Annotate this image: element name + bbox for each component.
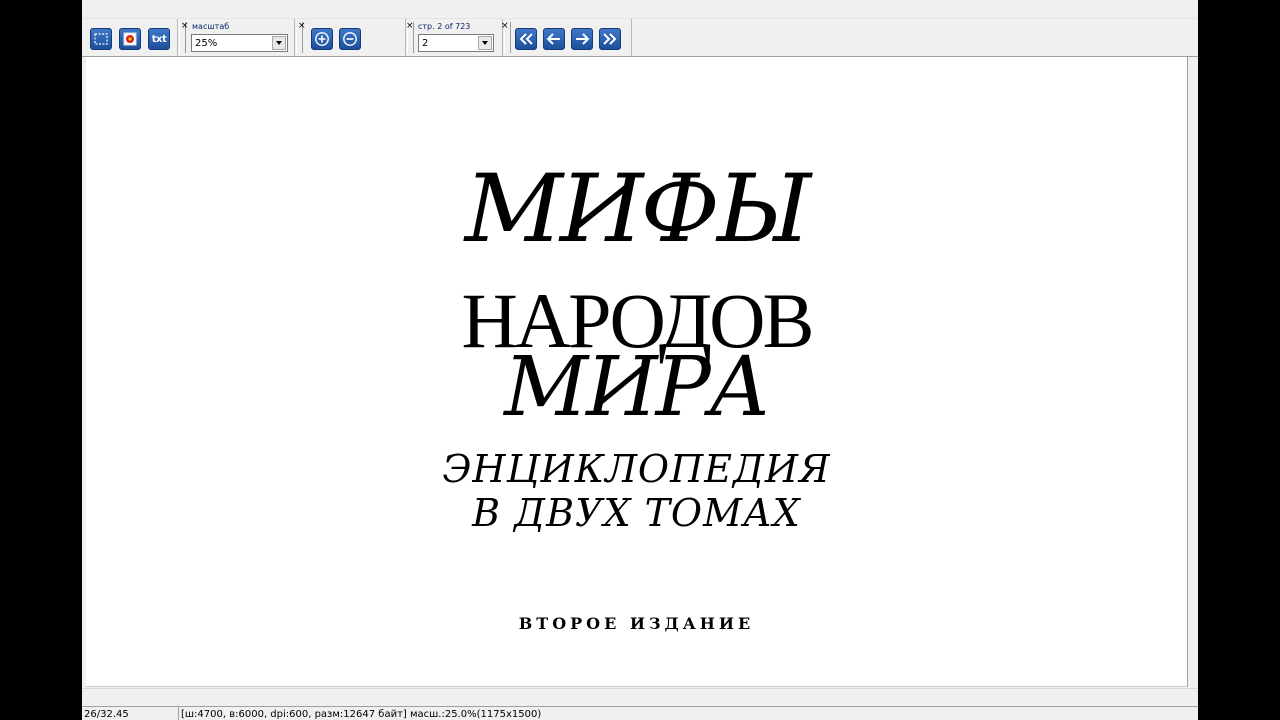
status-info: [ш:4700, в:6000, dpi:600, разм:12647 бай…: [178, 706, 1198, 720]
page-select-value: 2: [422, 38, 429, 49]
selection-rect-icon: [94, 33, 108, 45]
navigation-panel-close-icon[interactable]: ×: [501, 22, 509, 31]
zoom-select[interactable]: 25%: [191, 34, 288, 52]
last-page-button[interactable]: [599, 28, 621, 50]
zoom-out-button[interactable]: [339, 28, 361, 50]
first-page-button[interactable]: [515, 28, 537, 50]
next-page-icon: [574, 32, 590, 46]
subtitle-line-2: В ДВУХ ТОМАХ: [472, 491, 801, 535]
document-viewport[interactable]: МИФЫ НАРОДОВ МИРА ЭНЦИКЛОПЕДИЯ В ДВУХ ТО…: [82, 57, 1198, 688]
chevron-down-icon[interactable]: [478, 36, 492, 50]
zoom-panel: × масштаб 25%: [178, 19, 295, 56]
page-select[interactable]: 2: [418, 34, 494, 52]
zoom-buttons-panel: ×: [295, 19, 406, 56]
zoom-label: масштаб: [192, 22, 230, 31]
select-tool-button[interactable]: [90, 28, 112, 50]
last-page-icon: [602, 32, 618, 46]
zoom-out-icon: [342, 31, 358, 47]
chevron-down-icon[interactable]: [272, 36, 286, 50]
zoom-in-icon: [314, 31, 330, 47]
color-tool-button[interactable]: [119, 28, 141, 50]
djvu-viewer-window: txt × масштаб 25% × × стр. 2 of 723 2 × …: [82, 0, 1198, 720]
toolbar: txt × масштаб 25% × × стр. 2 of 723 2 ×: [82, 0, 1198, 57]
prev-page-icon: [546, 32, 562, 46]
tools-panel: txt: [82, 19, 178, 56]
status-coords: 26/32.45: [82, 706, 178, 720]
text-tool-button[interactable]: txt: [148, 28, 170, 50]
title-line-1: МИФЫ: [464, 155, 812, 264]
zoom-panel-close-icon[interactable]: ×: [181, 22, 189, 31]
prev-page-button[interactable]: [543, 28, 565, 50]
status-bar: 26/32.45 [ш:4700, в:6000, dpi:600, разм:…: [82, 688, 1198, 720]
text-tool-label: txt: [151, 33, 167, 45]
page-panel: × стр. 2 of 723 2: [406, 19, 503, 56]
viewport-right-gutter: [1188, 57, 1198, 688]
zoom-select-value: 25%: [195, 38, 218, 49]
subtitle-line-1: ЭНЦИКЛОПЕДИЯ: [442, 447, 831, 491]
page-count-label: стр. 2 of 723: [418, 22, 471, 31]
document-page[interactable]: МИФЫ НАРОДОВ МИРА ЭНЦИКЛОПЕДИЯ В ДВУХ ТО…: [86, 57, 1188, 687]
zoom-buttons-panel-close-icon[interactable]: ×: [298, 22, 306, 31]
first-page-icon: [518, 32, 534, 46]
edition-label: ВТОРОЕ ИЗДАНИЕ: [518, 614, 755, 633]
navigation-panel: ×: [501, 19, 632, 56]
title-line-3: МИРА: [504, 340, 771, 435]
next-page-button[interactable]: [571, 28, 593, 50]
zoom-in-button[interactable]: [311, 28, 333, 50]
page-panel-close-icon[interactable]: ×: [406, 22, 414, 31]
toolbar-top-strip: [82, 0, 1198, 19]
color-picker-icon: [123, 32, 137, 46]
